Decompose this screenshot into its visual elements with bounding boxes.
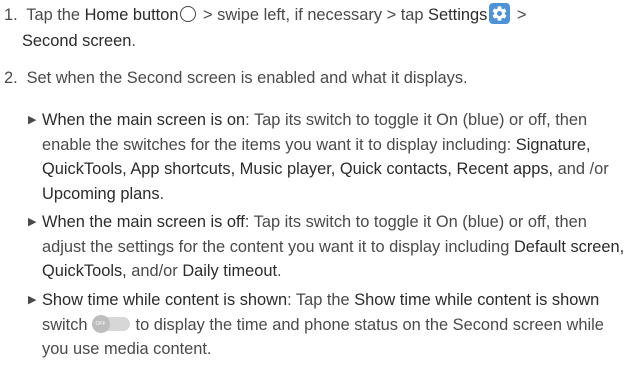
bullet-text: When the main screen is off: Tap its swi… [42,213,625,281]
bullet-arrow-icon: ▶ [28,114,37,126]
bullet-arrow-icon: ▶ [28,294,37,306]
switch-name-label: Show time while content is shown [354,291,600,309]
switch-knob: OFF [91,314,110,333]
document-page: 1. Tap the Home button > swipe left, if … [0,0,638,375]
bullet-main-screen-on: ▶ When the main screen is on: Tap its sw… [28,108,630,206]
bullet-main-screen-off: ▶ When the main screen is off: Tap its s… [28,210,630,284]
bullet-arrow-icon: ▶ [28,216,37,228]
daily-timeout-label: Daily timeout [182,262,278,281]
bullet-heading: When the main screen is off [42,213,245,231]
step-1: 1. Tap the Home button > swipe left, if … [4,3,630,28]
toggle-switch-icon: OFF [91,314,130,333]
step-number: 1. [4,6,18,24]
home-button-label: Home button [84,6,179,24]
step-text: Set when the Second screen is enabled an… [26,69,468,87]
bullet-heading: When the main screen is on [42,111,246,129]
settings-gear-icon [489,3,511,24]
step-2: 2. Set when the Second screen is enabled… [4,66,630,91]
step-number: 2. [4,69,18,87]
bullet-text: When the main screen is on: Tap its swit… [42,111,609,203]
bullet-text: Show time while content is shown: Tap th… [42,291,604,359]
step-text: Tap the Home button > swipe left, if nec… [26,3,526,24]
settings-label: Settings [428,6,488,24]
second-screen-label: Second screen [22,32,132,50]
step-1-continuation: Second screen. [22,32,136,50]
home-button-icon [180,6,197,22]
upcoming-plans-label: Upcoming plans [42,184,160,203]
bullet-heading: Show time while content is shown [42,291,288,309]
bullet-show-time: ▶ Show time while content is shown: Tap … [28,288,630,362]
